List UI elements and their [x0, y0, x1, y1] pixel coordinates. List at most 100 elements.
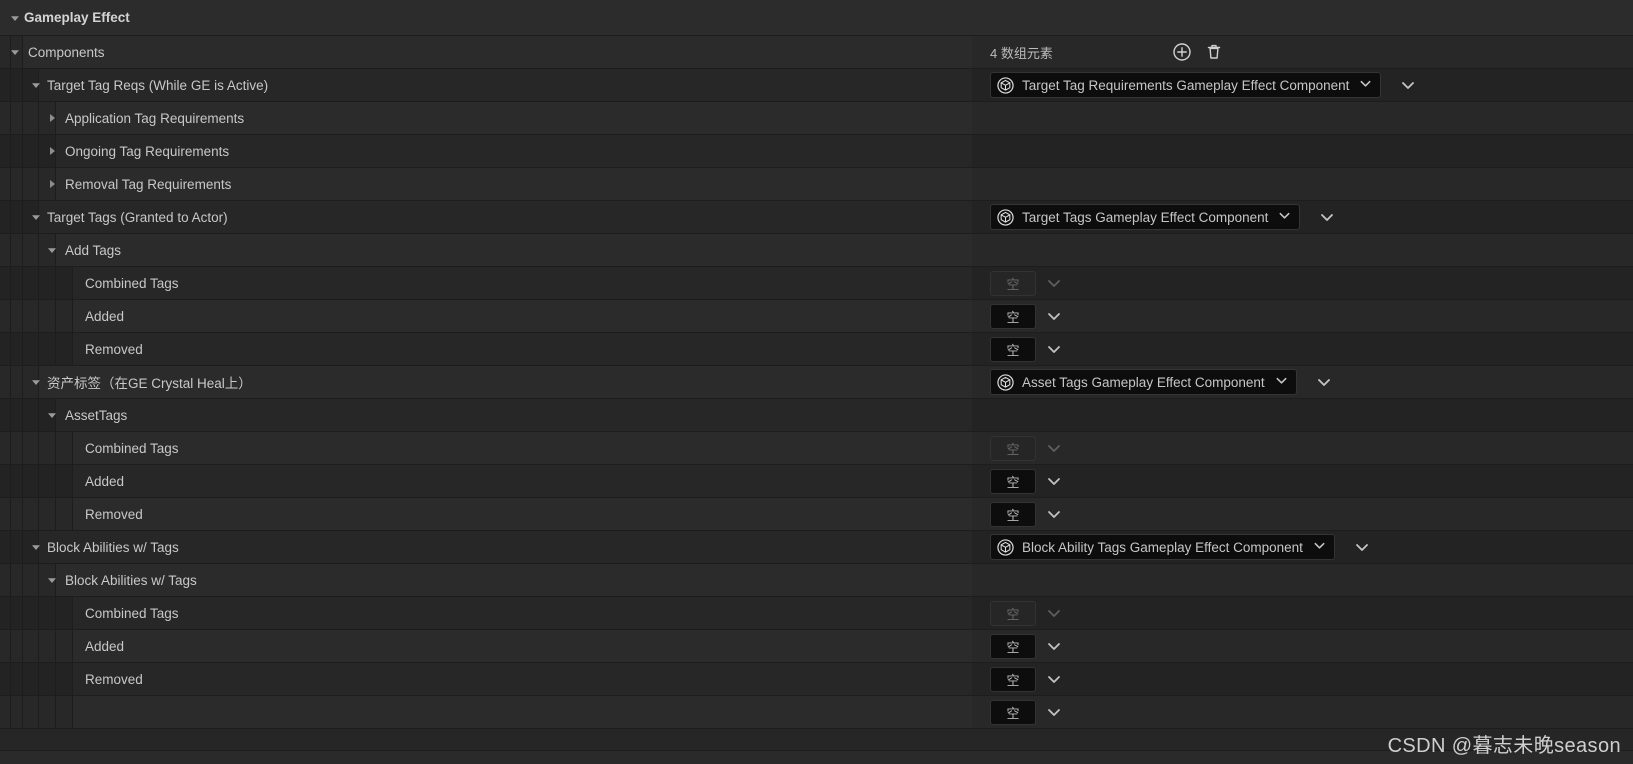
row-fill — [73, 267, 972, 299]
component-class-icon — [997, 76, 1014, 94]
tree-indent-guide — [10, 135, 11, 167]
property-label: Removal Tag Requirements — [65, 176, 232, 192]
tree-indent-guide — [10, 696, 11, 728]
expand-arrow-open-icon[interactable] — [45, 243, 59, 257]
add-array-element-button[interactable] — [1171, 41, 1193, 63]
property-row[interactable]: Removed 空 — [0, 663, 1633, 696]
expand-arrow-open-icon[interactable] — [29, 540, 43, 554]
property-value-cell: 空 — [972, 696, 1633, 728]
expand-arrow-closed-icon[interactable] — [45, 144, 59, 158]
tree-indent-guide — [38, 432, 39, 464]
expand-arrow-open-icon[interactable] — [8, 11, 22, 25]
expand-arrow-open-icon[interactable] — [29, 375, 43, 389]
expand-arrow-open-icon[interactable] — [45, 573, 59, 587]
tag-dropdown-button[interactable] — [1046, 341, 1062, 357]
tag-dropdown-button[interactable] — [1046, 506, 1062, 522]
expand-arrow-open-icon[interactable] — [8, 45, 22, 59]
delete-all-elements-button[interactable] — [1203, 41, 1225, 63]
tag-dropdown-button[interactable] — [1046, 671, 1062, 687]
expand-arrow-open-icon[interactable] — [29, 78, 43, 92]
tree-indent-guide — [10, 168, 11, 200]
property-name-cell: Removed — [0, 333, 972, 365]
property-value-cell — [972, 234, 1633, 266]
row-fill — [56, 399, 972, 431]
tree-indent-guide — [22, 366, 23, 398]
property-row[interactable]: Added 空 — [0, 465, 1633, 498]
gameplay-tag-container-value[interactable]: 空 — [990, 468, 1036, 494]
expand-arrow-closed-icon[interactable] — [45, 111, 59, 125]
property-row[interactable]: Combined Tags 空 — [0, 267, 1633, 300]
property-value-cell: 空 — [972, 663, 1633, 695]
tag-dropdown-button[interactable] — [1046, 473, 1062, 489]
tree-indent-guide — [55, 267, 56, 299]
tree-indent-guide — [55, 300, 56, 332]
expand-options-button[interactable] — [1395, 74, 1421, 96]
tree-indent-guide — [10, 465, 11, 497]
expand-options-button[interactable] — [1314, 206, 1340, 228]
property-label: Removed — [85, 671, 143, 687]
property-name-cell — [0, 696, 972, 728]
property-row[interactable]: Ongoing Tag Requirements — [0, 135, 1633, 168]
component-class-icon — [997, 538, 1014, 556]
component-class-combo[interactable]: Target Tag Requirements Gameplay Effect … — [990, 72, 1382, 98]
component-class-combo[interactable]: Target Tags Gameplay Effect Component — [990, 204, 1301, 230]
tag-dropdown-button[interactable] — [1046, 638, 1062, 654]
expand-arrow-open-icon[interactable] — [29, 210, 43, 224]
component-class-combo[interactable]: Asset Tags Gameplay Effect Component — [990, 369, 1297, 395]
tree-indent-guide — [22, 69, 23, 101]
tree-indent-guide — [10, 432, 11, 464]
row-fill — [23, 36, 972, 68]
property-row[interactable]: Added 空 — [0, 630, 1633, 663]
gameplay-tag-container-value[interactable]: 空 — [990, 501, 1036, 527]
property-row[interactable]: Gameplay Effect — [0, 0, 1633, 36]
gameplay-tag-container-value: 空 — [990, 435, 1036, 461]
tree-indent-guide — [55, 465, 56, 497]
property-row[interactable]: AssetTags — [0, 399, 1633, 432]
property-row[interactable]: 空 — [0, 696, 1633, 729]
property-row[interactable]: Added 空 — [0, 300, 1633, 333]
component-class-combo[interactable]: Block Ability Tags Gameplay Effect Compo… — [990, 534, 1335, 560]
property-row[interactable]: Removed 空 — [0, 333, 1633, 366]
expand-options-button[interactable] — [1349, 536, 1375, 558]
gameplay-tag-container-value[interactable]: 空 — [990, 699, 1036, 725]
property-row[interactable]: Combined Tags 空 — [0, 432, 1633, 465]
expand-arrow-open-icon[interactable] — [45, 408, 59, 422]
property-row[interactable]: 资产标签（在GE Crystal Heal上） Asset Tags Gamepl… — [0, 366, 1633, 399]
tree-indent-guide — [10, 663, 11, 695]
property-value-cell: 4 数组元素 — [972, 36, 1633, 68]
property-row[interactable]: Combined Tags 空 — [0, 597, 1633, 630]
property-row[interactable]: Application Tag Requirements — [0, 102, 1633, 135]
chevron-down-icon — [1359, 77, 1372, 93]
property-row[interactable]: Block Abilities w/ Tags Block Ability Tag… — [0, 531, 1633, 564]
tree-indent-guide — [10, 333, 11, 365]
property-label: Added — [85, 473, 125, 489]
property-label: Combined Tags — [85, 275, 179, 291]
tag-dropdown-button[interactable] — [1046, 308, 1062, 324]
tree-indent-guide — [22, 630, 23, 662]
property-name-cell: Removal Tag Requirements — [0, 168, 972, 200]
property-row[interactable]: Removal Tag Requirements — [0, 168, 1633, 201]
property-row[interactable]: Block Abilities w/ Tags — [0, 564, 1633, 597]
property-name-cell: Add Tags — [0, 234, 972, 266]
property-row[interactable]: Target Tag Reqs (While GE is Active) Targ… — [0, 69, 1633, 102]
gameplay-tag-container-value[interactable]: 空 — [990, 666, 1036, 692]
property-row[interactable]: Target Tags (Granted to Actor) Target Tag… — [0, 201, 1633, 234]
expand-options-button[interactable] — [1311, 371, 1337, 393]
tree-indent-guide — [10, 69, 11, 101]
property-row[interactable]: Components 4 数组元素 — [0, 36, 1633, 69]
gameplay-tag-container-value[interactable]: 空 — [990, 633, 1036, 659]
property-value-cell — [972, 168, 1633, 200]
tree-indent-guide — [72, 498, 73, 530]
gameplay-tag-container-value[interactable]: 空 — [990, 336, 1036, 362]
property-row[interactable]: Removed 空 — [0, 498, 1633, 531]
gameplay-tag-container-value[interactable]: 空 — [990, 303, 1036, 329]
tag-dropdown-button[interactable] — [1046, 704, 1062, 720]
expand-arrow-closed-icon[interactable] — [45, 177, 59, 191]
tree-indent-guide — [22, 432, 23, 464]
property-name-cell: 资产标签（在GE Crystal Heal上） — [0, 366, 972, 398]
tree-indent-guide — [10, 597, 11, 629]
property-label: Components — [28, 44, 105, 60]
tag-dropdown-button — [1046, 605, 1062, 621]
property-row[interactable]: Add Tags — [0, 234, 1633, 267]
property-name-cell: Gameplay Effect — [0, 0, 972, 35]
